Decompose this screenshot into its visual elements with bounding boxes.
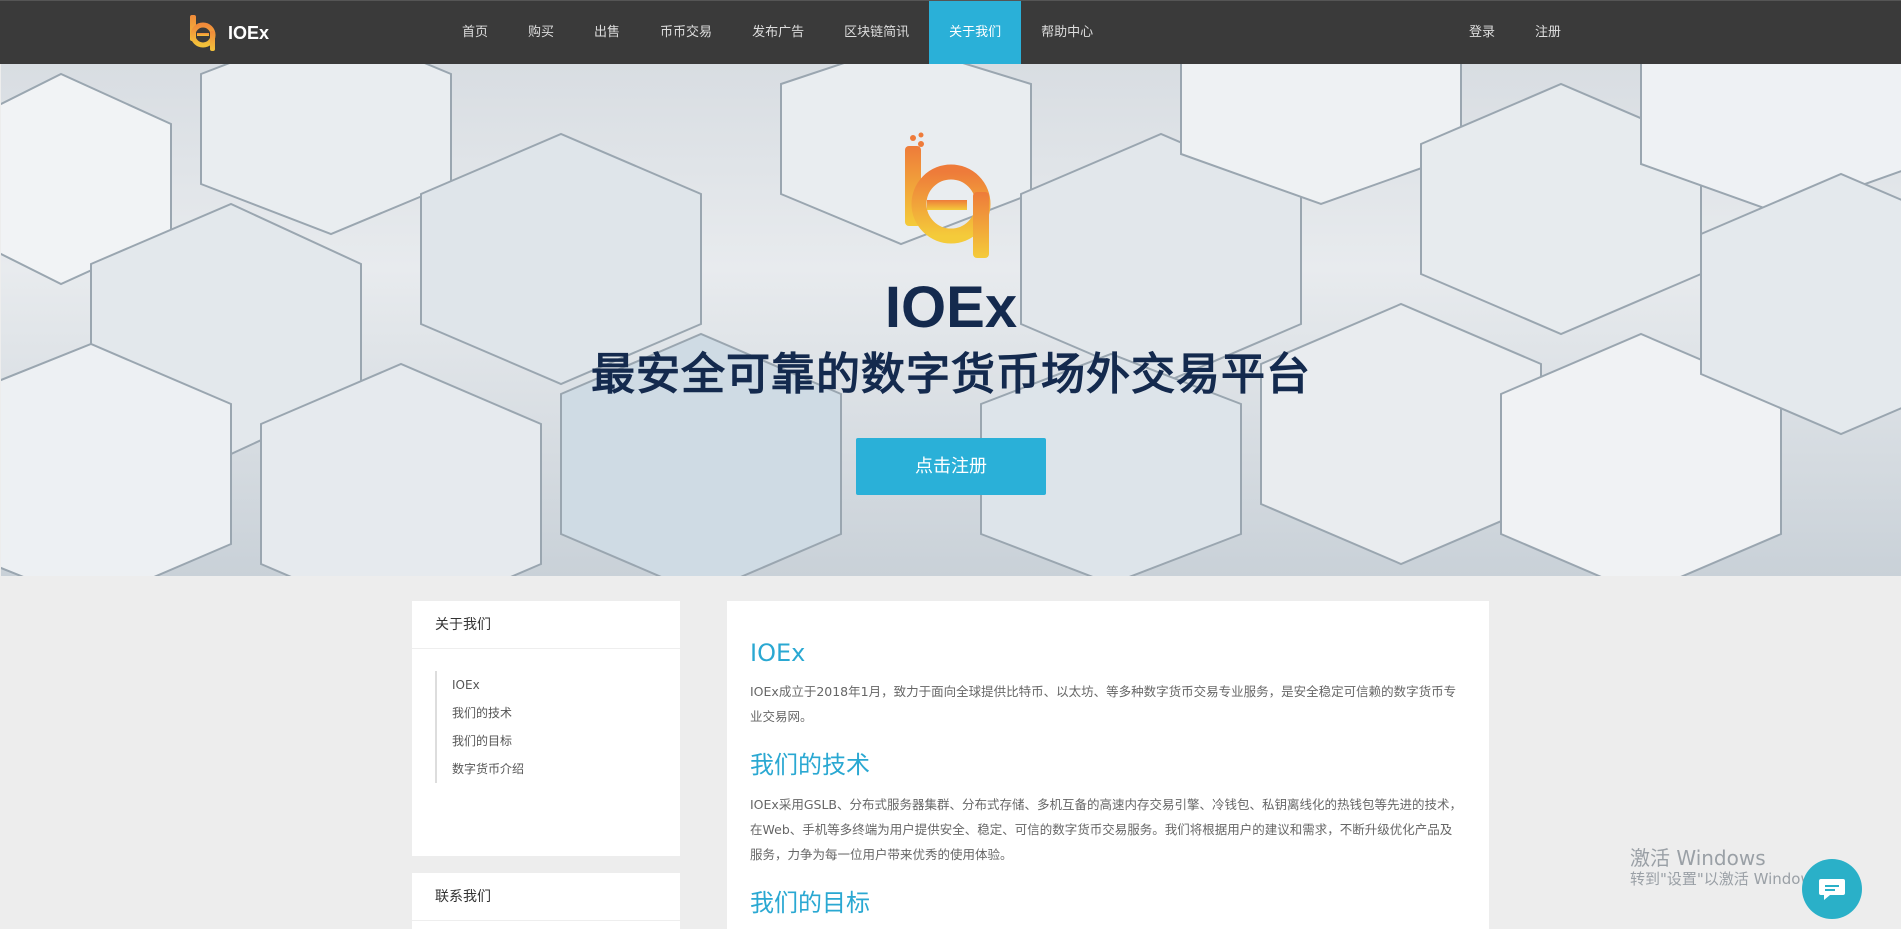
nav-blockchain-news[interactable]: 区块链简讯 (832, 1, 921, 65)
nav-help-center[interactable]: 帮助中心 (1029, 1, 1105, 65)
login-link[interactable]: 登录 (1469, 1, 1495, 65)
nav-sell[interactable]: 出售 (582, 1, 632, 65)
contact-sidebar-card: 联系我们 (412, 873, 680, 929)
hero-logo-icon (905, 132, 991, 258)
nav-coin-trade[interactable]: 币币交易 (648, 1, 724, 65)
about-content: IOEx IOEx成立于2018年1月，致力于面向全球提供比特币、以太坊、等多种… (727, 601, 1489, 929)
main-nav: 首页 购买 出售 币币交易 发布广告 区块链简讯 关于我们 帮助中心 (450, 1, 1121, 65)
contact-sidebar-title: 联系我们 (412, 873, 680, 921)
sidebar-link-goals[interactable]: 我们的目标 (452, 727, 680, 755)
ioex-logo-icon (190, 15, 216, 51)
nav-about-us[interactable]: 关于我们 (929, 1, 1022, 65)
section-title-goals: 我们的目标 (750, 889, 870, 917)
about-sidebar-title: 关于我们 (412, 601, 680, 649)
register-cta-button[interactable]: 点击注册 (856, 438, 1046, 495)
brand[interactable]: IOEx (188, 13, 269, 53)
hero-title: IOEx (884, 275, 1018, 340)
section-body-technology: IOEx采用GSLB、分布式服务器集群、分布式存储、多机互备的高速内存交易引擎、… (750, 797, 1462, 862)
top-navbar: IOEx 首页 购买 出售 币币交易 发布广告 区块链简讯 关于我们 帮助中心 … (0, 0, 1901, 65)
nav-buy[interactable]: 购买 (516, 1, 566, 65)
section-title-ioex: IOEx (750, 639, 806, 667)
section-body-ioex: IOEx成立于2018年1月，致力于面向全球提供比特币、以太坊、等多种数字货币交… (750, 684, 1457, 724)
register-link[interactable]: 注册 (1535, 1, 1561, 65)
section-title-technology: 我们的技术 (750, 751, 870, 779)
chat-bubble-icon (1819, 879, 1845, 900)
auth-links: 登录 注册 (1429, 1, 1561, 65)
sidebar-link-ioex[interactable]: IOEx (452, 671, 680, 699)
about-sidebar-card: 关于我们 IOEx 我们的技术 我们的目标 数字货币介绍 (412, 601, 680, 856)
sidebar-link-crypto-intro[interactable]: 数字货币介绍 (452, 755, 680, 783)
brand-name: IOEx (228, 22, 270, 43)
nav-home[interactable]: 首页 (450, 1, 500, 65)
chat-button[interactable] (1802, 859, 1862, 919)
windows-activation-title: 激活 Windows (1630, 846, 1766, 870)
sidebar-link-technology[interactable]: 我们的技术 (452, 699, 680, 727)
nav-post-ad[interactable]: 发布广告 (740, 1, 816, 65)
hero-subtitle: 最安全可靠的数字货币场外交易平台 (591, 349, 1311, 400)
about-sidebar-list: IOEx 我们的技术 我们的目标 数字货币介绍 (435, 671, 680, 783)
hero-banner: IOEx 最安全可靠的数字货币场外交易平台 点击注册 (1, 64, 1901, 576)
